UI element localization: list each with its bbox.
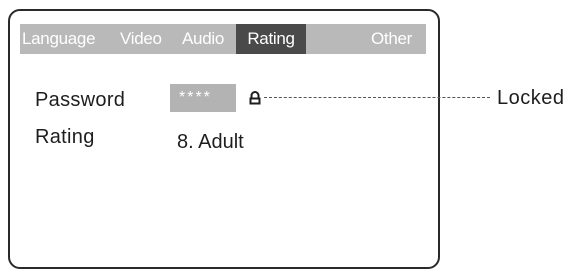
tab-language[interactable]: Language xyxy=(20,24,120,54)
locked-callout-label: Locked xyxy=(497,87,565,109)
rating-label: Rating xyxy=(35,126,95,148)
lock-icon xyxy=(249,91,261,105)
tab-other[interactable]: Other xyxy=(306,24,426,54)
tab-audio[interactable]: Audio xyxy=(170,24,236,54)
tab-video[interactable]: Video xyxy=(120,24,170,54)
menu-tab-bar: Language Video Audio Rating Other xyxy=(20,24,426,54)
tab-rating[interactable]: Rating xyxy=(236,24,306,54)
rating-value[interactable]: 8. Adult xyxy=(177,131,244,154)
password-label: Password xyxy=(35,89,126,111)
callout-leader-line xyxy=(264,97,490,98)
password-field[interactable]: **** xyxy=(170,84,236,112)
